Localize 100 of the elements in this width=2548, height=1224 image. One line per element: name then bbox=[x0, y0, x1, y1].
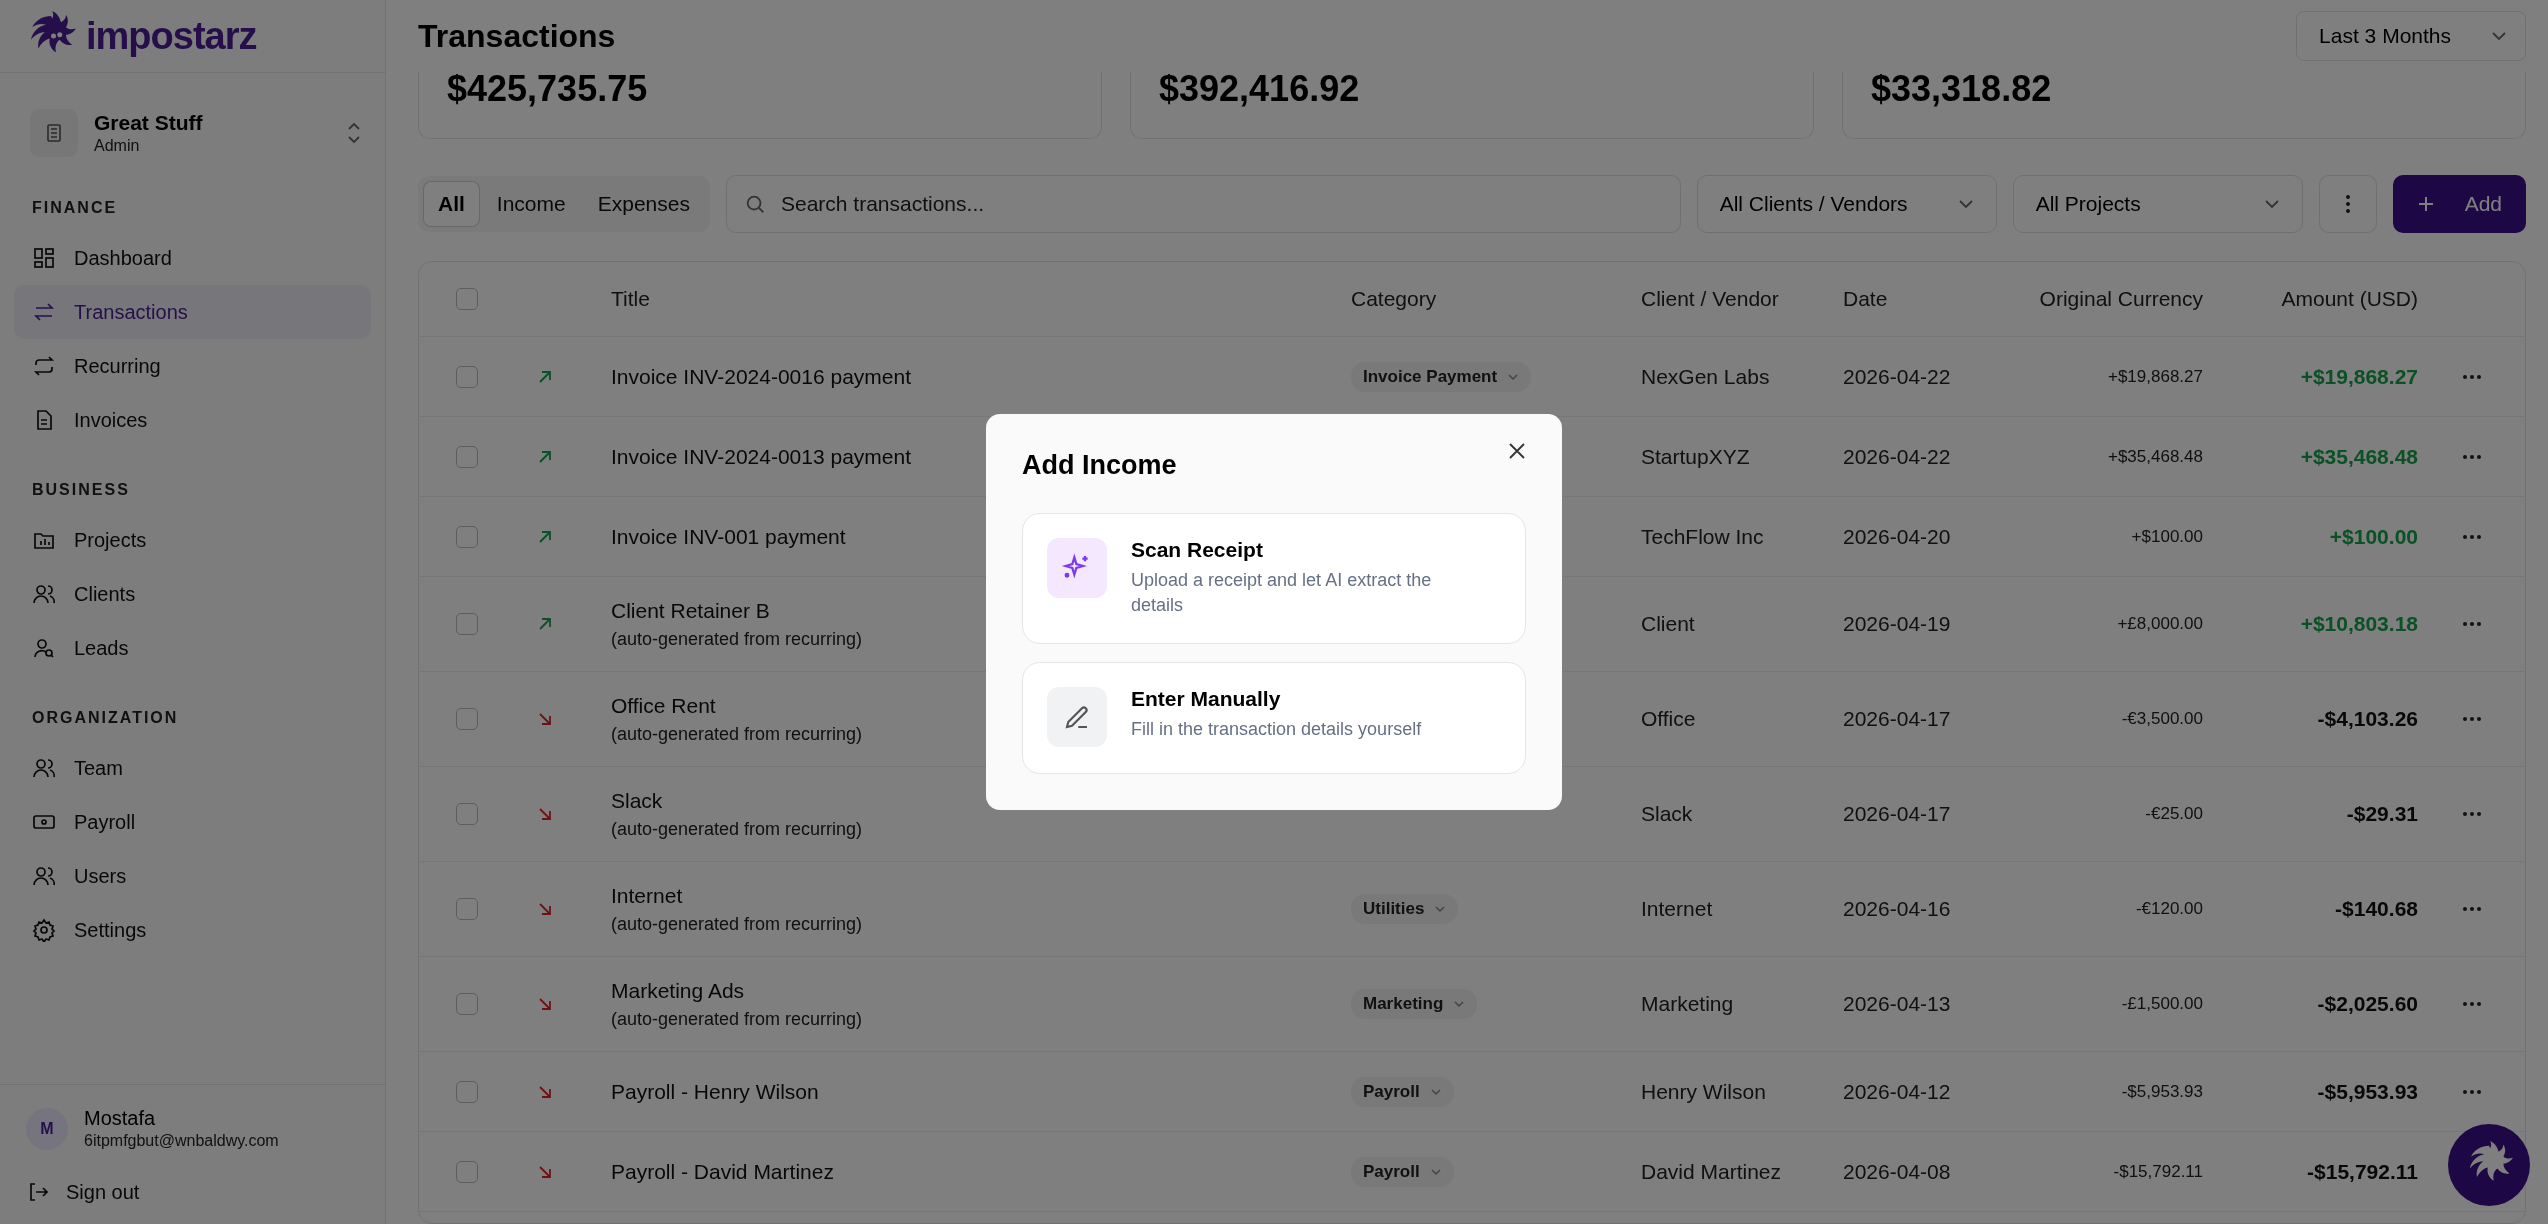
checkbox[interactable] bbox=[456, 803, 478, 825]
transaction-title: Invoice INV-001 payment bbox=[611, 524, 846, 549]
users-icon bbox=[32, 864, 56, 888]
transaction-note: (auto-generated from recurring) bbox=[611, 628, 863, 650]
nav-item[interactable]: Users bbox=[14, 849, 371, 903]
table-cell-text: -$5,953.93 bbox=[2316, 1079, 2418, 1104]
client-filter-dropdown[interactable]: All Clients / Vendors bbox=[1696, 175, 1997, 233]
table-cell-text: 2026-04-12 bbox=[1843, 1079, 1952, 1104]
transaction-title: Invoice INV-2024-0016 payment bbox=[611, 364, 912, 389]
nav-item[interactable]: Projects bbox=[14, 513, 371, 567]
checkbox[interactable] bbox=[456, 288, 478, 310]
arrow-down-right-icon bbox=[537, 711, 553, 727]
usersearch-icon bbox=[32, 636, 56, 660]
table-cell-text: Client bbox=[1641, 612, 1696, 636]
nav-item[interactable]: Invoices bbox=[14, 393, 371, 447]
nav-item[interactable]: Leads bbox=[14, 621, 371, 675]
table-cell-text: 2026-04-16 bbox=[1843, 897, 1952, 921]
transaction-title: Payroll - Henry Wilson bbox=[611, 1079, 819, 1104]
arrow-up-right-icon bbox=[537, 448, 553, 465]
more-horizontal-icon[interactable] bbox=[2461, 453, 2482, 460]
gear-icon bbox=[32, 918, 56, 942]
period-dropdown[interactable]: Last 3 Months bbox=[2296, 11, 2526, 61]
table-cell-text: +$35,468.48 bbox=[2299, 444, 2418, 469]
table-cell-text: -$15,792.11 bbox=[2112, 1161, 2203, 1182]
transaction-note: (auto-generated from recurring) bbox=[611, 818, 863, 840]
transaction-note: (auto-generated from recurring) bbox=[611, 723, 863, 745]
users-icon bbox=[32, 756, 56, 780]
workspace-switcher[interactable]: Great Stuff Admin bbox=[30, 109, 363, 157]
table-cell-text: 2026-04-22 bbox=[1843, 364, 1952, 389]
table-cell-text: -€120.00 bbox=[2134, 899, 2203, 919]
stat-value: $392,416.92 bbox=[1159, 68, 1360, 110]
arrow-down-right-icon bbox=[537, 1083, 553, 1100]
more-horizontal-icon[interactable] bbox=[2461, 906, 2482, 912]
nav-item[interactable]: Team bbox=[14, 741, 371, 795]
project-filter-dropdown[interactable]: All Projects bbox=[2012, 175, 2303, 233]
transaction-title: Internet bbox=[611, 883, 683, 908]
arrow-down-right-icon bbox=[537, 996, 553, 1012]
category-dropdown[interactable]: Payroll bbox=[1351, 1156, 1454, 1187]
more-horizontal-icon[interactable] bbox=[2461, 1088, 2482, 1095]
table-cell-text: Slack bbox=[1641, 802, 1694, 826]
sign-out-link[interactable]: Sign out bbox=[26, 1180, 359, 1204]
option-card[interactable]: Scan Receipt Upload a receipt and let AI extract the details bbox=[1022, 513, 1526, 644]
checkbox[interactable] bbox=[456, 525, 478, 548]
add-button[interactable]: Add bbox=[2392, 175, 2526, 233]
workspace-name: Great Stuff bbox=[94, 111, 204, 135]
filter-tab[interactable]: Income bbox=[482, 182, 580, 226]
checkbox[interactable] bbox=[456, 993, 478, 1015]
filter-tab[interactable]: Expenses bbox=[583, 182, 704, 226]
table-cell-text: 2026-04-20 bbox=[1843, 524, 1952, 549]
table-cell-text: 2026-04-08 bbox=[1843, 1159, 1952, 1184]
checkbox[interactable] bbox=[456, 708, 478, 730]
users-icon bbox=[32, 582, 56, 606]
more-horizontal-icon[interactable] bbox=[2461, 811, 2482, 817]
checkbox[interactable] bbox=[456, 898, 478, 920]
category-dropdown[interactable]: Marketing bbox=[1351, 989, 1478, 1019]
column-header: Category bbox=[1351, 287, 1438, 311]
option-card[interactable]: Enter Manually Fill in the transaction details yourself bbox=[1022, 661, 1526, 774]
arrow-down-right-icon bbox=[537, 806, 553, 822]
checkbox[interactable] bbox=[456, 1160, 478, 1183]
more-horizontal-icon[interactable] bbox=[2461, 621, 2482, 627]
user-email: 6itpmfgbut@wnbaldwy.com bbox=[84, 1132, 280, 1150]
more-horizontal-icon[interactable] bbox=[2461, 1001, 2482, 1007]
more-button[interactable] bbox=[2318, 175, 2377, 233]
column-header: Amount (USD) bbox=[2280, 287, 2418, 311]
table-cell-text: -$140.68 bbox=[2334, 897, 2418, 921]
table-cell-text: Henry Wilson bbox=[1641, 1079, 1767, 1104]
table-cell-text: TechFlow Inc bbox=[1641, 524, 1765, 549]
nav-item[interactable]: Clients bbox=[14, 567, 371, 621]
more-horizontal-icon[interactable] bbox=[2461, 373, 2482, 380]
chevron-down-icon bbox=[1434, 905, 1447, 913]
nav-item[interactable]: Recurring bbox=[14, 339, 371, 393]
more-horizontal-icon[interactable] bbox=[2461, 716, 2482, 722]
search-field[interactable]: Search transactions... bbox=[725, 175, 1681, 233]
table-cell-text: 2026-04-22 bbox=[1843, 444, 1952, 469]
arrow-down-right-icon bbox=[537, 1163, 553, 1180]
close-icon[interactable] bbox=[1508, 442, 1526, 461]
table-cell-text: +$35,468.48 bbox=[2107, 446, 2203, 467]
chevron-down-icon bbox=[2491, 31, 2507, 41]
category-dropdown[interactable]: Utilities bbox=[1351, 894, 1459, 924]
page-title: Transactions bbox=[418, 17, 616, 55]
more-horizontal-icon[interactable] bbox=[2461, 533, 2482, 540]
arrow-down-right-icon bbox=[537, 901, 553, 917]
transaction-note: (auto-generated from recurring) bbox=[611, 1008, 863, 1030]
table-cell-text: 2026-04-19 bbox=[1843, 612, 1952, 636]
category-dropdown[interactable]: Invoice Payment bbox=[1351, 361, 1532, 392]
option-title: Scan Receipt bbox=[1131, 538, 1264, 563]
checkbox[interactable] bbox=[456, 445, 478, 468]
user-avatar: M bbox=[26, 1107, 68, 1150]
checkbox[interactable] bbox=[456, 365, 478, 388]
checkbox[interactable] bbox=[456, 613, 478, 635]
nav-item[interactable]: Payroll bbox=[14, 795, 371, 849]
checkbox[interactable] bbox=[456, 1080, 478, 1103]
nav-item[interactable]: Settings bbox=[14, 903, 371, 957]
nav-item[interactable]: Dashboard bbox=[14, 231, 371, 285]
transaction-title: Client Retainer B bbox=[611, 598, 770, 623]
nav-item[interactable]: Transactions bbox=[14, 285, 371, 339]
table-cell-text: -$15,792.11 bbox=[2306, 1159, 2418, 1184]
filter-tab[interactable]: All bbox=[424, 182, 479, 226]
category-dropdown[interactable]: Payroll bbox=[1351, 1076, 1454, 1107]
table-cell-text: -€3,500.00 bbox=[2120, 709, 2203, 729]
